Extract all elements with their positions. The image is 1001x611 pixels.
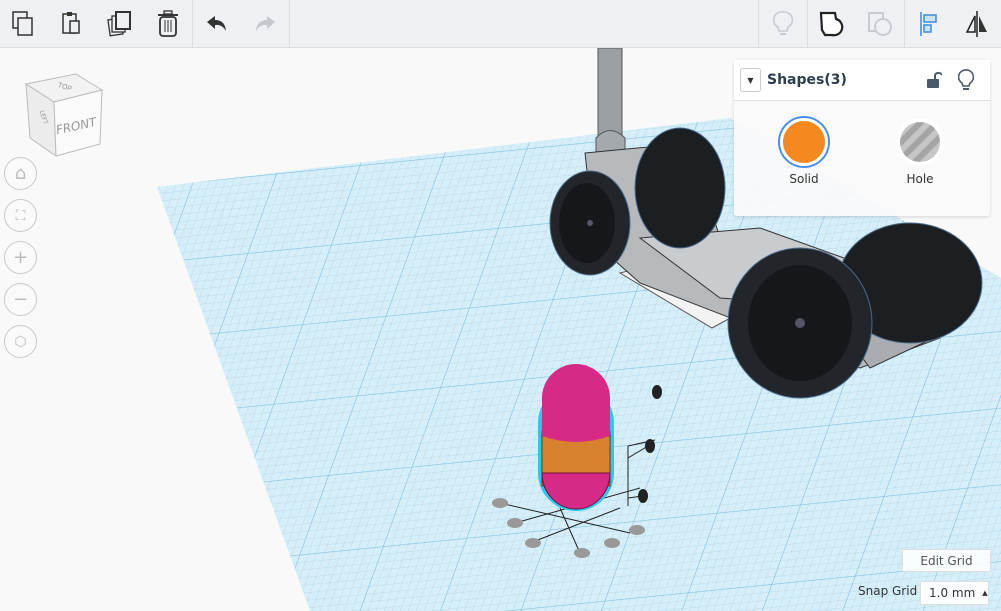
duplicate-icon [107, 10, 131, 36]
edit-grid-button[interactable]: Edit Grid [902, 549, 991, 572]
show-all-button[interactable] [759, 0, 807, 48]
hole-label: Hole [906, 172, 934, 186]
toolbar [0, 0, 1001, 48]
group-button[interactable] [808, 0, 856, 48]
undo-button[interactable] [193, 0, 241, 48]
ungroup-icon [868, 11, 892, 36]
undo-icon [207, 15, 226, 31]
zoom-in-button[interactable]: + [4, 241, 37, 274]
plus-icon: + [12, 247, 29, 268]
group-icon [819, 11, 844, 36]
snap-grid-label: Snap Grid [858, 584, 918, 598]
home-icon: ⌂ [14, 163, 27, 184]
trash-icon [158, 9, 178, 37]
solid-color-button[interactable] [780, 118, 828, 166]
redo-button[interactable] [241, 0, 289, 48]
panel-title: Shapes(3) [767, 72, 847, 88]
copy-button[interactable] [0, 0, 48, 48]
hole-button[interactable] [896, 118, 944, 166]
copy-icon [12, 10, 33, 36]
lightbulb-icon[interactable] [958, 69, 974, 91]
perspective-button[interactable]: ⬡ [4, 325, 37, 358]
redo-icon [256, 15, 275, 31]
home-view-button[interactable]: ⌂ [4, 157, 37, 190]
mirror-button[interactable] [953, 0, 1001, 48]
duplicate-button[interactable] [96, 0, 144, 48]
mirror-icon [965, 10, 987, 37]
caret-down-icon: ▼ [747, 75, 754, 85]
snap-grid-select[interactable]: 1.0 mm ▲ [920, 581, 989, 605]
unlock-icon[interactable] [926, 71, 942, 89]
paste-button[interactable] [48, 0, 96, 48]
cube-icon: ⬡ [14, 333, 27, 350]
align-button[interactable] [905, 0, 953, 48]
divider [289, 0, 290, 48]
collapse-dropdown-button[interactable]: ▼ [740, 68, 761, 92]
ungroup-button[interactable] [856, 0, 904, 48]
paste-icon [62, 11, 80, 34]
shapes-inspector-panel: ▼ Shapes(3) Solid Hole [734, 60, 990, 216]
minus-icon: − [12, 289, 29, 310]
delete-button[interactable] [144, 0, 192, 48]
solid-label: Solid [789, 172, 819, 186]
fit-view-button[interactable]: ⛶ [4, 199, 37, 232]
caret-up-icon: ▲ [982, 589, 988, 597]
lightbulb-icon [773, 10, 793, 35]
view-cube[interactable]: TOP LEFT FRONT [24, 72, 108, 166]
snap-grid-value: 1.0 mm [929, 586, 976, 600]
align-icon [920, 11, 937, 36]
zoom-out-button[interactable]: − [4, 283, 37, 316]
fit-icon: ⛶ [15, 207, 26, 224]
